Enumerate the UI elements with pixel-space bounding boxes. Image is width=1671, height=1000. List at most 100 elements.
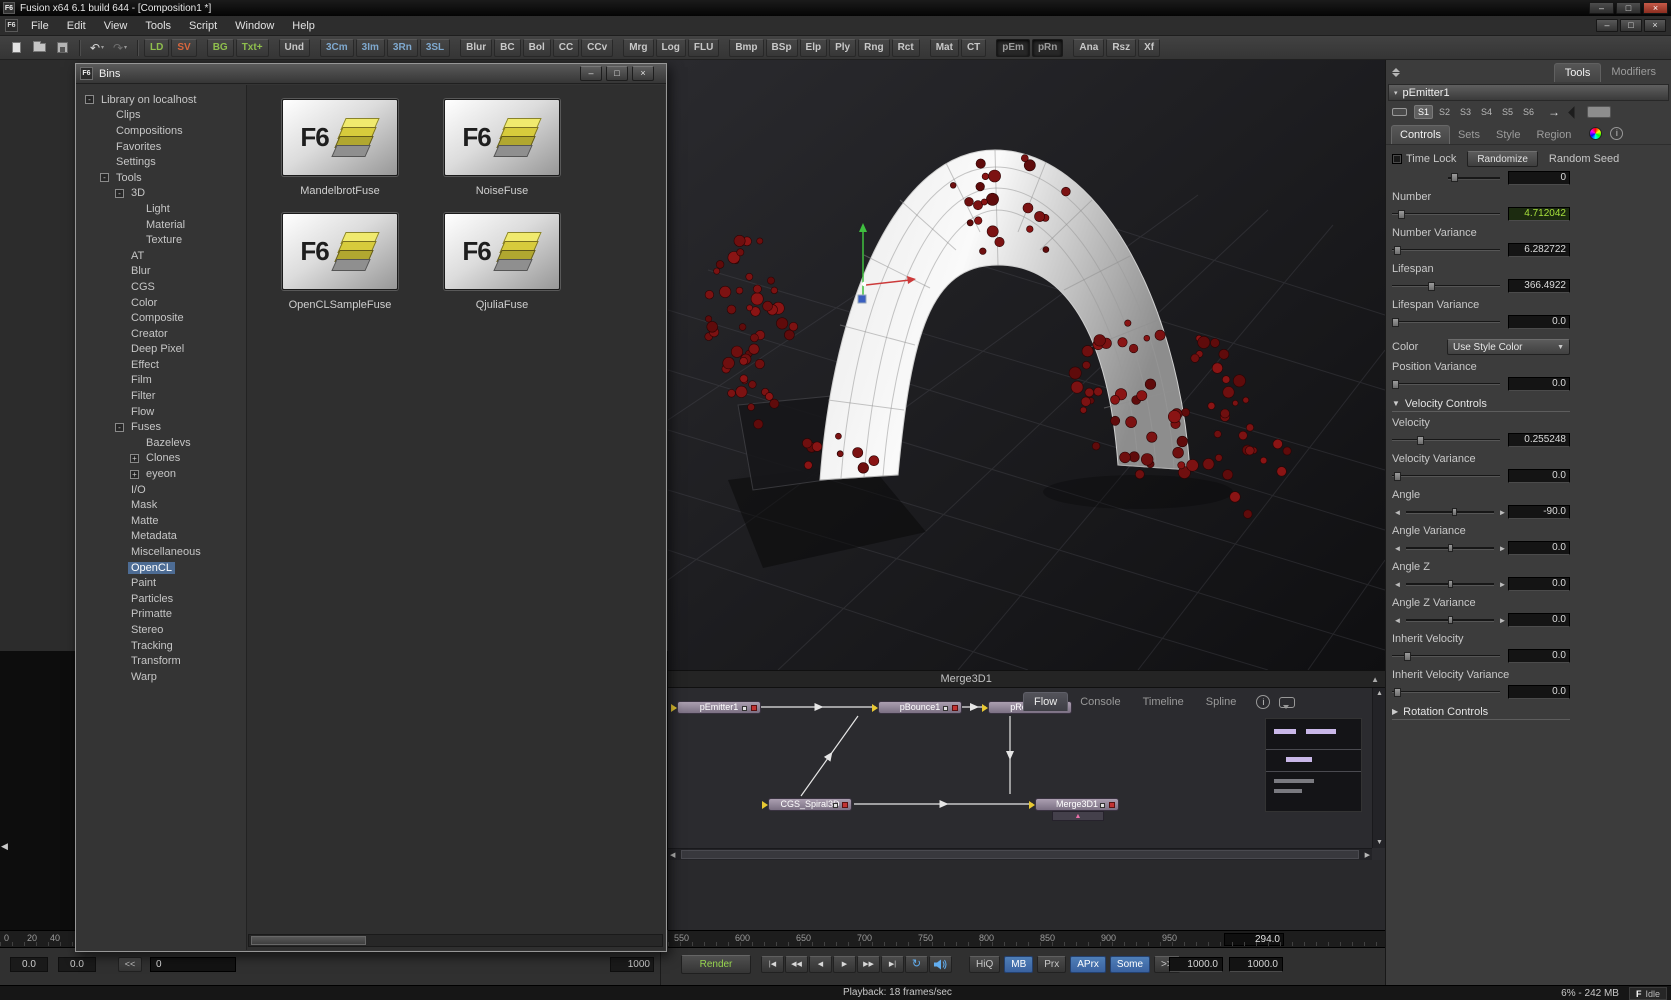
slider-velocity[interactable]: [1392, 434, 1500, 446]
menu-view[interactable]: View: [95, 17, 137, 35]
flow-node-merge3d1[interactable]: Merge3D1▲: [1035, 798, 1119, 811]
node-input-triangle-icon[interactable]: [671, 704, 677, 712]
menu-file[interactable]: File: [22, 17, 58, 35]
fast-forward-button[interactable]: ▶▶: [857, 956, 880, 973]
screw-right-arrow[interactable]: ►: [1497, 544, 1508, 553]
tab-spline[interactable]: Spline: [1196, 693, 1247, 711]
minimize-button[interactable]: –: [1589, 2, 1614, 14]
scroll-up-icon[interactable]: ▲: [1376, 690, 1383, 697]
flow-node-pbounce1[interactable]: pBounce1: [878, 701, 962, 714]
slider-inherit-velocity-variance[interactable]: [1392, 686, 1500, 698]
bins-tree-item-primatte[interactable]: Primatte: [77, 607, 246, 623]
scrollbar-thumb[interactable]: [251, 936, 366, 945]
tool-collapse-icon[interactable]: ▾: [1394, 89, 1398, 97]
slider-lifespan[interactable]: [1392, 280, 1500, 292]
menu-edit[interactable]: Edit: [58, 17, 95, 35]
bins-tree-item-warp[interactable]: Warp: [77, 669, 246, 685]
bins-tree-item-particles[interactable]: Particles: [77, 591, 246, 607]
slot-button-s6[interactable]: S6: [1519, 105, 1538, 119]
node-output-square[interactable]: [1109, 802, 1115, 808]
node-input-triangle-icon[interactable]: [762, 801, 768, 809]
view-expand-arrow-icon[interactable]: ▲: [1371, 675, 1379, 684]
tool-button-prn[interactable]: pRn: [1032, 39, 1063, 57]
open-comp-button[interactable]: [28, 39, 50, 57]
some-button[interactable]: Some: [1110, 956, 1150, 973]
tool-button-ld[interactable]: LD: [144, 39, 169, 57]
node-input-triangle-icon[interactable]: [982, 704, 988, 712]
color-swatch-button[interactable]: [1587, 106, 1611, 118]
control-tab-sets[interactable]: Sets: [1450, 126, 1488, 144]
value-field-velocity-variance[interactable]: 0.0: [1508, 469, 1570, 483]
bins-tree-item-favorites[interactable]: Favorites: [77, 139, 246, 155]
fast-reverse-button[interactable]: ◀◀: [785, 956, 808, 973]
bins-tree-item-cgs[interactable]: CGS: [77, 279, 246, 295]
bins-tree-item-tools[interactable]: -Tools: [77, 170, 246, 186]
slider-position-variance[interactable]: [1392, 378, 1500, 390]
viewed-tool-label[interactable]: Merge3D1: [940, 673, 991, 685]
node-view-dot[interactable]: [943, 706, 948, 711]
bins-tree-item-library-on-localhost[interactable]: -Library on localhost: [77, 92, 246, 108]
bin-item-qjuliafuse[interactable]: F6QjuliaFuse: [427, 213, 577, 311]
screw-right-arrow[interactable]: ►: [1497, 508, 1508, 517]
flow-node-cgs-spiral3d[interactable]: CGS_Spiral3D: [768, 798, 852, 811]
color-wheel-icon[interactable]: [1589, 127, 1602, 140]
screw-left-arrow[interactable]: ◄: [1392, 580, 1403, 589]
bins-window[interactable]: F6 Bins – □ × -Library on localhostClips…: [75, 63, 667, 952]
slot-button-s4[interactable]: S4: [1477, 105, 1496, 119]
bins-tree-item-creator[interactable]: Creator: [77, 326, 246, 342]
tool-button-und[interactable]: Und: [279, 39, 310, 57]
redo-button[interactable]: ↷▾: [109, 39, 131, 57]
info-icon[interactable]: i: [1610, 127, 1623, 140]
flow-node-pemitter1[interactable]: pEmitter1: [677, 701, 761, 714]
collapse-triangle-icon[interactable]: ▼: [1392, 399, 1400, 408]
slot-button-s1[interactable]: S1: [1414, 105, 1433, 119]
slot-button-s2[interactable]: S2: [1435, 105, 1454, 119]
tool-button-txt[interactable]: Txt+: [236, 39, 269, 57]
left-value-field-1[interactable]: 0.0: [10, 957, 48, 972]
value-field-position-variance[interactable]: 0.0: [1508, 377, 1570, 391]
range-start-field[interactable]: 1000.0: [1169, 957, 1223, 972]
time-lock-checkbox[interactable]: [1392, 154, 1402, 164]
tool-button-ana[interactable]: Ana: [1073, 39, 1104, 57]
node-output-square[interactable]: [842, 802, 848, 808]
random-seed-field[interactable]: 0: [1508, 171, 1570, 185]
bins-tree-item-stereo[interactable]: Stereo: [77, 622, 246, 638]
scroll-down-icon[interactable]: ▼: [1376, 839, 1383, 846]
child-close-button[interactable]: ×: [1644, 19, 1666, 32]
screw-left-arrow[interactable]: ◄: [1392, 616, 1403, 625]
slot-button-s5[interactable]: S5: [1498, 105, 1517, 119]
range-end-field[interactable]: 1000.0: [1229, 957, 1283, 972]
slider-number-variance[interactable]: [1392, 244, 1500, 256]
active-tool-header[interactable]: ▾ pEmitter1: [1388, 84, 1669, 101]
tab-timeline[interactable]: Timeline: [1133, 693, 1194, 711]
current-frame-field[interactable]: 294.0: [1224, 933, 1284, 946]
menu-window[interactable]: Window: [226, 17, 283, 35]
scroll-right-icon[interactable]: ▶: [1365, 851, 1370, 859]
bins-tree-item-flow[interactable]: Flow: [77, 404, 246, 420]
left-value-field-2[interactable]: 0.0: [58, 957, 96, 972]
node-view-dot[interactable]: [833, 803, 838, 808]
value-field-inherit-velocity[interactable]: 0.0: [1508, 649, 1570, 663]
new-comp-button[interactable]: [5, 39, 27, 57]
tree-expand-box[interactable]: -: [115, 423, 124, 432]
tool-button-log[interactable]: Log: [656, 39, 686, 57]
left-end-field[interactable]: 1000: [610, 957, 654, 972]
loop-button[interactable]: ↻: [905, 956, 928, 973]
bins-tree-item-compositions[interactable]: Compositions: [77, 123, 246, 139]
screw-slider-angle[interactable]: [1406, 506, 1494, 518]
flow-horizontal-scrollbar[interactable]: ◀ ▶: [668, 848, 1372, 860]
bins-tree-item-tracking[interactable]: Tracking: [77, 638, 246, 654]
slot-button-s3[interactable]: S3: [1456, 105, 1475, 119]
bins-titlebar[interactable]: F6 Bins – □ ×: [76, 64, 666, 84]
tree-expand-box[interactable]: -: [100, 173, 109, 182]
play-button[interactable]: ▶: [833, 956, 856, 973]
node-view-dot[interactable]: [742, 706, 747, 711]
tool-button-3rn[interactable]: 3Rn: [387, 39, 418, 57]
panel-tab-tools[interactable]: Tools: [1554, 63, 1602, 82]
bin-item-noisefuse[interactable]: F6NoiseFuse: [427, 99, 577, 197]
node-input-triangle-icon[interactable]: [1029, 801, 1035, 809]
tool-button-xf[interactable]: Xf: [1138, 39, 1160, 57]
bins-tree-item-effect[interactable]: Effect: [77, 357, 246, 373]
value-field-angle-z[interactable]: 0.0: [1508, 577, 1570, 591]
panel-collapse-icon[interactable]: [1392, 68, 1400, 77]
